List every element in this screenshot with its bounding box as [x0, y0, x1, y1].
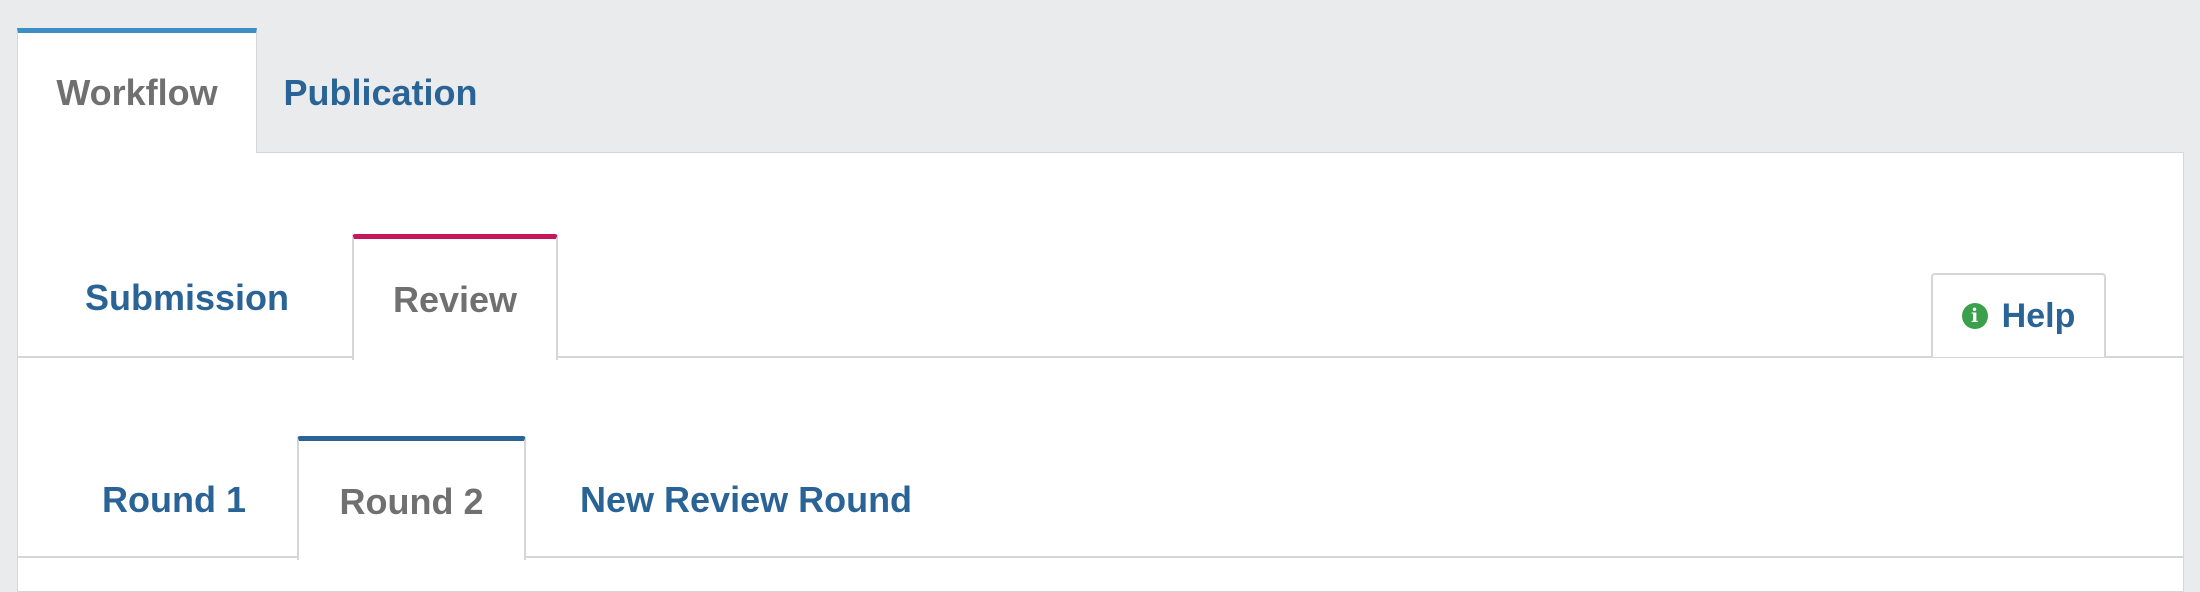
- stage-tabs: Submission Review: [18, 234, 2183, 360]
- workflow-panel: Submission Review i Help Round 1 Round 2…: [17, 152, 2184, 592]
- new-review-round-button[interactable]: New Review Round: [554, 436, 954, 558]
- main-tabs: Workflow Publication: [17, 28, 504, 153]
- tab-workflow[interactable]: Workflow: [17, 28, 257, 153]
- tab-round-1[interactable]: Round 1: [80, 436, 300, 558]
- help-button[interactable]: i Help: [1931, 273, 2106, 357]
- tab-submission[interactable]: Submission: [80, 234, 294, 358]
- info-icon: i: [1961, 303, 1988, 329]
- tab-publication[interactable]: Publication: [257, 28, 504, 153]
- tab-review[interactable]: Review: [352, 234, 558, 360]
- help-label: Help: [2001, 296, 2076, 335]
- tab-round-2[interactable]: Round 2: [297, 436, 526, 560]
- review-round-tabs: Round 1 Round 2 New Review Round: [18, 436, 2183, 560]
